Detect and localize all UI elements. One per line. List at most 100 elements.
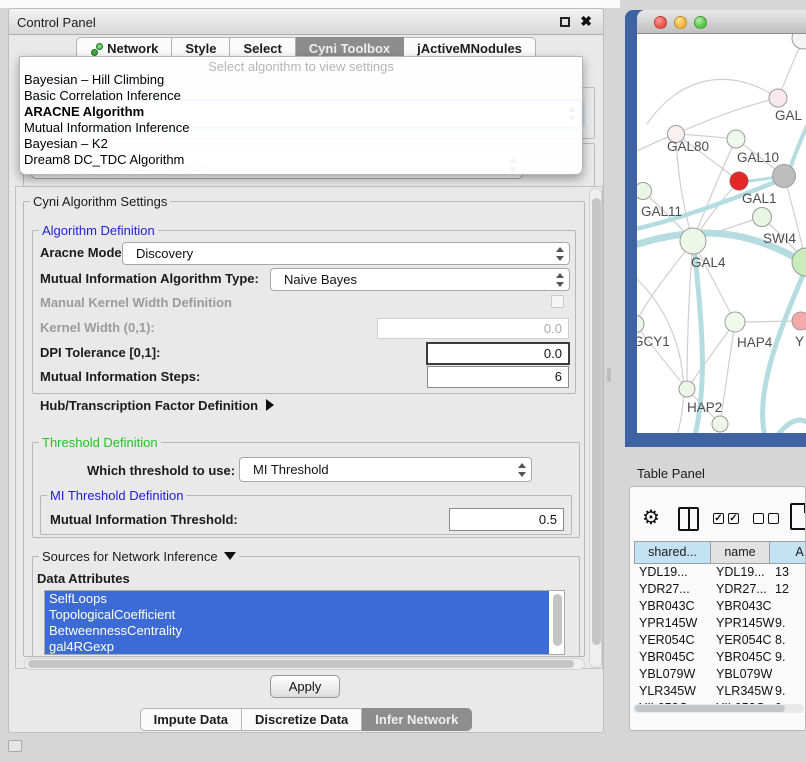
mi-steps-label: Mutual Information Steps: — [40, 369, 200, 384]
settings-group-title: Cyni Algorithm Settings — [30, 194, 170, 209]
network-node-gcy1[interactable] — [637, 315, 644, 333]
table-cell: YBR043C — [634, 598, 711, 615]
checked-box-icon[interactable]: ✓ — [728, 513, 739, 524]
network-edge[interactable] — [637, 274, 683, 433]
table-cell: YDL19... — [711, 564, 770, 581]
network-edge-highlight[interactable] — [777, 420, 806, 433]
mi-type-label: Mutual Information Algorithm Type: — [40, 271, 259, 286]
splitter-handle[interactable] — [607, 368, 611, 382]
network-node-gal[interactable] — [769, 89, 787, 107]
algorithm-option-bayesian-k2[interactable]: Bayesian – K2 — [20, 136, 582, 152]
attribute-item-selfloops[interactable]: SelfLoops — [45, 591, 549, 607]
table-row[interactable]: YBL079WYBL079W — [634, 666, 806, 683]
network-edge[interactable] — [693, 139, 736, 241]
table-scrollbar-thumb[interactable] — [635, 705, 785, 712]
table-horizontal-scrollbar[interactable] — [633, 704, 804, 713]
table-panel-title: Table Panel — [637, 466, 705, 481]
table-row[interactable]: YBR045CYBR045C9. — [634, 649, 806, 666]
vertical-scrollbar[interactable] — [589, 188, 602, 668]
table-row[interactable]: YER054CYER054C8. — [634, 632, 806, 649]
network-icon — [90, 43, 102, 55]
network-node-hap4[interactable] — [725, 312, 745, 332]
which-threshold-combo[interactable]: MI Threshold — [239, 457, 532, 482]
network-node[interactable] — [773, 165, 796, 188]
sources-toggle[interactable]: Sources for Network Inference — [39, 549, 239, 564]
tab-discretize-data[interactable]: Discretize Data — [242, 708, 362, 731]
network-edge[interactable] — [687, 322, 735, 389]
table-cell — [770, 666, 806, 683]
close-icon[interactable]: ✖ — [580, 13, 592, 30]
node-label-gal11: GAL11 — [641, 204, 682, 219]
unchecked-box-icon[interactable] — [768, 513, 779, 524]
table-row[interactable]: YDR27...YDR27...12 — [634, 581, 806, 598]
network-node-gal10[interactable] — [727, 130, 745, 148]
unchecked-box-icon[interactable] — [753, 513, 764, 524]
checked-box-icon[interactable]: ✓ — [713, 513, 724, 524]
table-cell: 8. — [770, 632, 806, 649]
table-row[interactable]: YDL19...YDL19...13 — [634, 564, 806, 581]
zoom-traffic-light[interactable] — [694, 16, 707, 29]
node-label-gal1: GAL1 — [742, 191, 777, 206]
vertical-scrollbar-thumb[interactable] — [592, 198, 601, 645]
algorithm-option-dream8-dc-tdc-algorithm[interactable]: Dream8 DC_TDC Algorithm — [20, 152, 582, 168]
list-scrollbar-thumb[interactable] — [553, 594, 562, 646]
table-cell: YPR145W — [711, 615, 770, 632]
popup-prompt: Select algorithm to view settings — [20, 57, 582, 72]
table-row[interactable]: YBR043CYBR043C — [634, 598, 806, 615]
network-edge[interactable] — [637, 241, 693, 324]
table-cell: YDR27... — [634, 581, 711, 598]
network-node[interactable] — [792, 34, 806, 49]
network-node-hap2[interactable] — [679, 381, 695, 397]
network-node-swi4[interactable] — [753, 208, 772, 227]
close-traffic-light[interactable] — [654, 16, 667, 29]
column-header-shared[interactable]: shared... — [634, 541, 711, 564]
algorithm-option-basic-correlation-inference[interactable]: Basic Correlation Inference — [20, 88, 582, 104]
apply-button[interactable]: Apply — [270, 675, 340, 698]
mi-threshold-label: Mutual Information Threshold: — [50, 512, 238, 527]
data-attributes-list[interactable]: SelfLoopsTopologicalCoefficientBetweenne… — [44, 590, 565, 655]
network-edge[interactable] — [647, 79, 778, 124]
column-header-a[interactable]: A — [770, 541, 806, 564]
threshold-definition-title: Threshold Definition — [39, 435, 161, 450]
horizontal-scrollbar[interactable] — [24, 658, 585, 670]
network-node[interactable] — [712, 416, 728, 432]
mi-steps-field[interactable]: 6 — [427, 366, 569, 388]
table-row[interactable]: YLR345WYLR345W9. — [634, 683, 806, 700]
network-node-gal4[interactable] — [680, 228, 706, 254]
column-header-name[interactable]: name — [711, 541, 770, 564]
gear-icon[interactable]: ⚙ — [642, 505, 660, 530]
tab-infer-network[interactable]: Infer Network — [362, 708, 472, 731]
hub-definition-toggle[interactable]: Hub/Transcription Factor Definition — [40, 398, 274, 413]
network-node-gal1[interactable] — [730, 172, 748, 190]
table-row[interactable]: YPR145WYPR145W9. — [634, 615, 806, 632]
mi-threshold-field[interactable]: 0.5 — [449, 508, 564, 531]
horizontal-scrollbar-thumb[interactable] — [28, 660, 574, 668]
mi-type-combo[interactable]: Naive Bayes — [270, 268, 570, 291]
dpi-tolerance-field[interactable]: 0.0 — [426, 342, 570, 365]
network-edge[interactable] — [676, 98, 778, 134]
aracne-mode-combo[interactable]: Discovery — [122, 242, 570, 265]
node-label-swi4: SWI4 — [763, 231, 796, 246]
manual-kernel-checkbox[interactable] — [551, 295, 564, 308]
algorithm-definition-title: Algorithm Definition — [39, 223, 158, 238]
network-canvas[interactable]: GALGAL80GAL10GAL1GAL11SWI4GAL4GCY1HAP4YH… — [637, 34, 806, 433]
network-window-titlebar[interactable] — [637, 10, 806, 34]
network-node-y[interactable] — [792, 312, 806, 330]
algorithm-option-aracne-algorithm[interactable]: ARACNE Algorithm — [20, 104, 582, 120]
new-table-icon[interactable] — [790, 503, 806, 530]
network-node[interactable] — [792, 248, 806, 276]
columns-icon[interactable] — [678, 507, 699, 531]
algorithm-option-bayesian-hill-climbing[interactable]: Bayesian – Hill Climbing — [20, 72, 582, 88]
algorithm-option-mutual-information-inference[interactable]: Mutual Information Inference — [20, 120, 582, 136]
attribute-item-gal4rgexp[interactable]: gal4RGexp — [45, 639, 549, 655]
network-node-gal11[interactable] — [637, 183, 652, 200]
attribute-item-betweennesscentrality[interactable]: BetweennessCentrality — [45, 623, 549, 639]
data-attributes-label: Data Attributes — [37, 571, 130, 586]
collapsed-panel-grip[interactable] — [8, 740, 22, 752]
tab-impute-data[interactable]: Impute Data — [140, 708, 242, 731]
network-view-window: GALGAL80GAL10GAL1GAL11SWI4GAL4GCY1HAP4YH… — [625, 10, 806, 447]
kernel-width-field[interactable]: 0.0 — [377, 318, 569, 339]
attribute-item-topologicalcoefficient[interactable]: TopologicalCoefficient — [45, 607, 549, 623]
float-window-icon[interactable] — [560, 17, 570, 27]
minimize-traffic-light[interactable] — [674, 16, 687, 29]
